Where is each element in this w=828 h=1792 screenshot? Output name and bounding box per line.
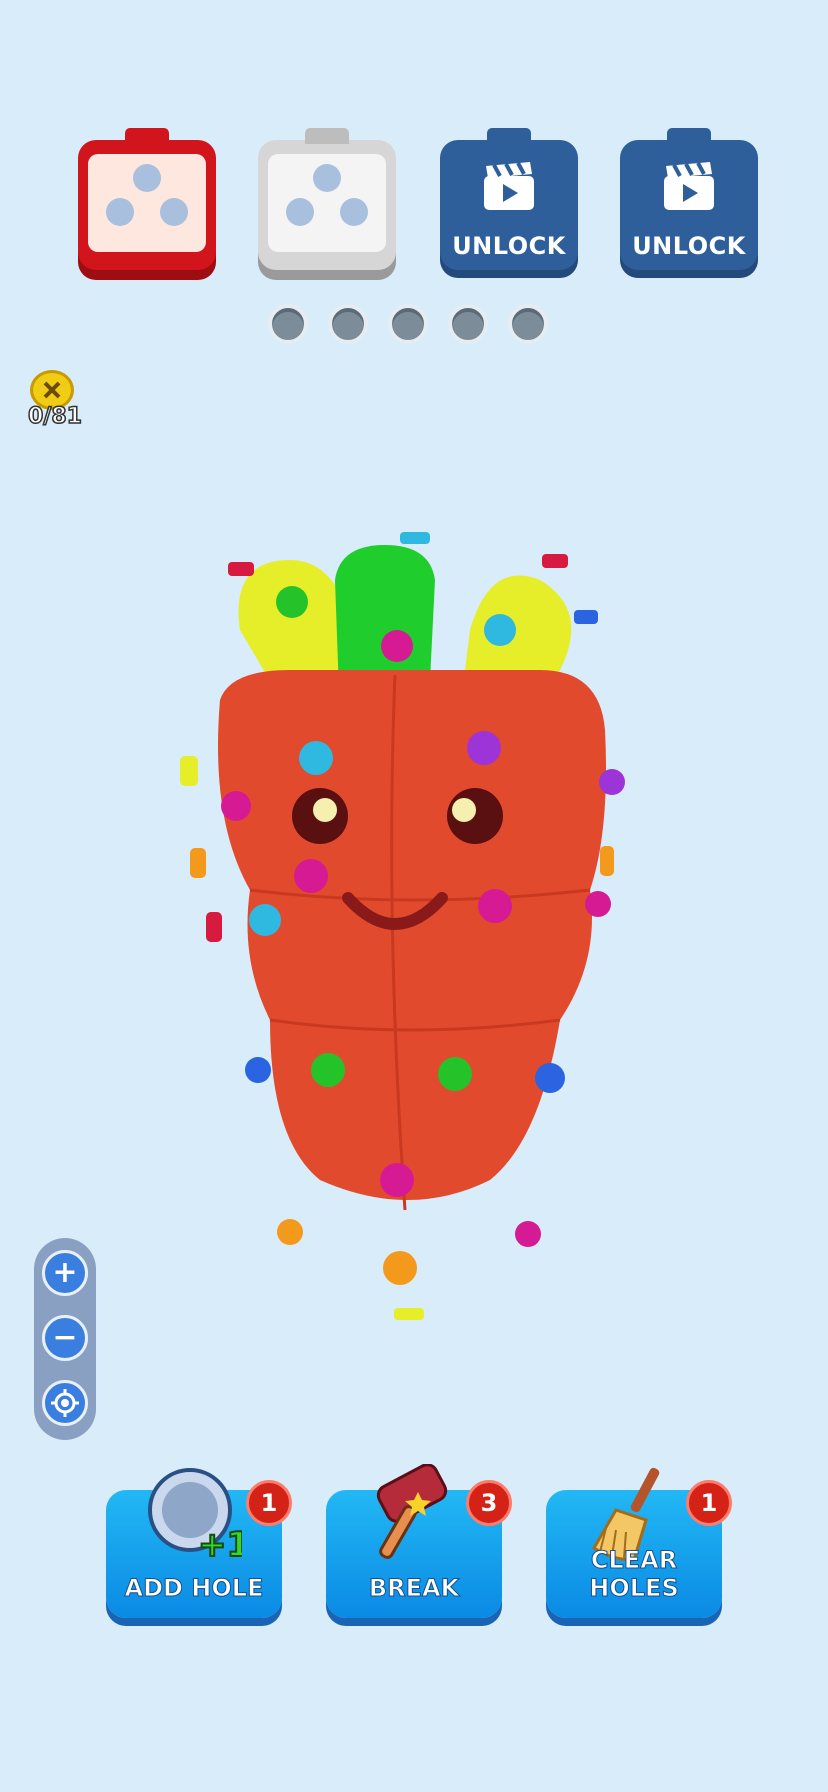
add-hole-icon: +1: [148, 1468, 242, 1564]
box-clip: [667, 128, 711, 144]
add-hole-button[interactable]: +1 1 ADD HOLE: [106, 1468, 292, 1618]
add-hole-label: ADD HOLE: [124, 1574, 264, 1603]
box-slots: [88, 154, 206, 252]
empty-slot: [340, 198, 368, 226]
zoom-panel: + −: [34, 1238, 96, 1440]
box-clip: [487, 128, 531, 144]
screw-box-red: [78, 128, 216, 270]
empty-slot: [313, 164, 341, 192]
carrot-body[interactable]: [218, 670, 606, 1200]
recenter-button[interactable]: [42, 1380, 88, 1426]
clear-holes-button[interactable]: 1 CLEAR HOLES: [546, 1467, 732, 1618]
carrot-puzzle[interactable]: [180, 520, 640, 1320]
add-hole-count-badge: 1: [246, 1480, 292, 1526]
screw-counter: 0/81: [27, 403, 82, 430]
target-icon: [51, 1389, 79, 1417]
box-clip: [305, 128, 349, 144]
empty-slot: [286, 198, 314, 226]
hammer-icon: [376, 1464, 448, 1559]
unlock-box-button[interactable]: UNLOCK: [620, 128, 758, 270]
break-button[interactable]: 3 BREAK: [326, 1464, 512, 1618]
clear-holes-count-badge: 1: [686, 1480, 732, 1526]
holding-slot: [448, 304, 488, 344]
unlock-label: UNLOCK: [452, 232, 566, 260]
break-label: BREAK: [368, 1574, 460, 1603]
add-hole-overlay: +1: [198, 1525, 242, 1564]
empty-slot: [160, 198, 188, 226]
empty-slot: [133, 164, 161, 192]
break-count-badge: 3: [466, 1480, 512, 1526]
holding-slot: [388, 304, 428, 344]
holding-slot: [508, 304, 548, 344]
zoom-out-button[interactable]: −: [42, 1315, 88, 1361]
holding-slot: [268, 304, 308, 344]
box-slots: [268, 154, 386, 252]
screw-box-gray: [258, 128, 396, 270]
holding-slot: [328, 304, 368, 344]
holding-slots: [268, 304, 548, 344]
unlock-box-button[interactable]: UNLOCK: [440, 128, 578, 270]
unlock-label: UNLOCK: [632, 232, 746, 260]
zoom-in-button[interactable]: +: [42, 1250, 88, 1296]
video-clapper-icon: [484, 162, 534, 210]
empty-slot: [106, 198, 134, 226]
clear-holes-label: CLEAR HOLES: [589, 1546, 679, 1603]
box-clip: [125, 128, 169, 144]
video-clapper-icon: [664, 162, 714, 210]
